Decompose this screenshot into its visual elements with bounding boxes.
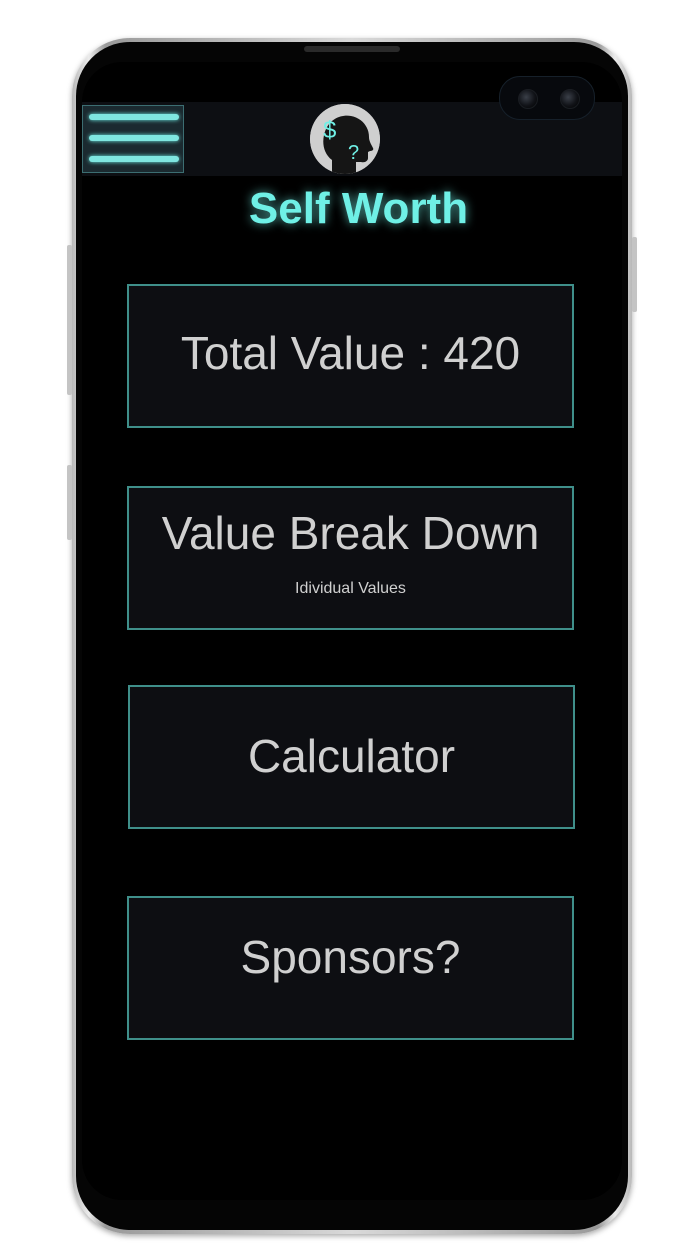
front-camera bbox=[499, 76, 595, 120]
total-value-label: Total Value : 420 bbox=[180, 327, 521, 379]
avatar-head-icon[interactable]: $ ? bbox=[310, 104, 380, 174]
menu-line bbox=[89, 156, 179, 162]
volume-button bbox=[67, 245, 72, 395]
head-silhouette-icon: $ ? bbox=[310, 104, 380, 174]
question-glyph: ? bbox=[348, 142, 359, 164]
value-breakdown-sublabel: Idividual Values bbox=[295, 580, 406, 597]
total-value-card[interactable]: Total Value : 420 bbox=[127, 284, 574, 428]
app-screen: $ ? Self Worth Total Value : 420 Value B… bbox=[82, 62, 622, 1200]
menu-line bbox=[89, 135, 179, 141]
dollar-glyph: $ bbox=[323, 117, 336, 144]
calculator-label: Calculator bbox=[247, 730, 456, 782]
sponsors-label: Sponsors? bbox=[240, 931, 461, 983]
camera-lens-icon bbox=[560, 89, 580, 109]
hamburger-menu-button[interactable] bbox=[82, 105, 184, 173]
page-title: Self Worth bbox=[248, 184, 469, 233]
value-breakdown-card[interactable]: Value Break Down Idividual Values bbox=[127, 486, 574, 630]
camera-lens-icon bbox=[518, 89, 538, 109]
sponsors-card[interactable]: Sponsors? bbox=[127, 896, 574, 1040]
earpiece-speaker bbox=[304, 46, 400, 52]
menu-line bbox=[89, 114, 179, 120]
power-button bbox=[632, 237, 637, 312]
value-breakdown-label: Value Break Down bbox=[161, 507, 540, 559]
calculator-card[interactable]: Calculator bbox=[128, 685, 575, 829]
bixby-button bbox=[67, 465, 72, 540]
